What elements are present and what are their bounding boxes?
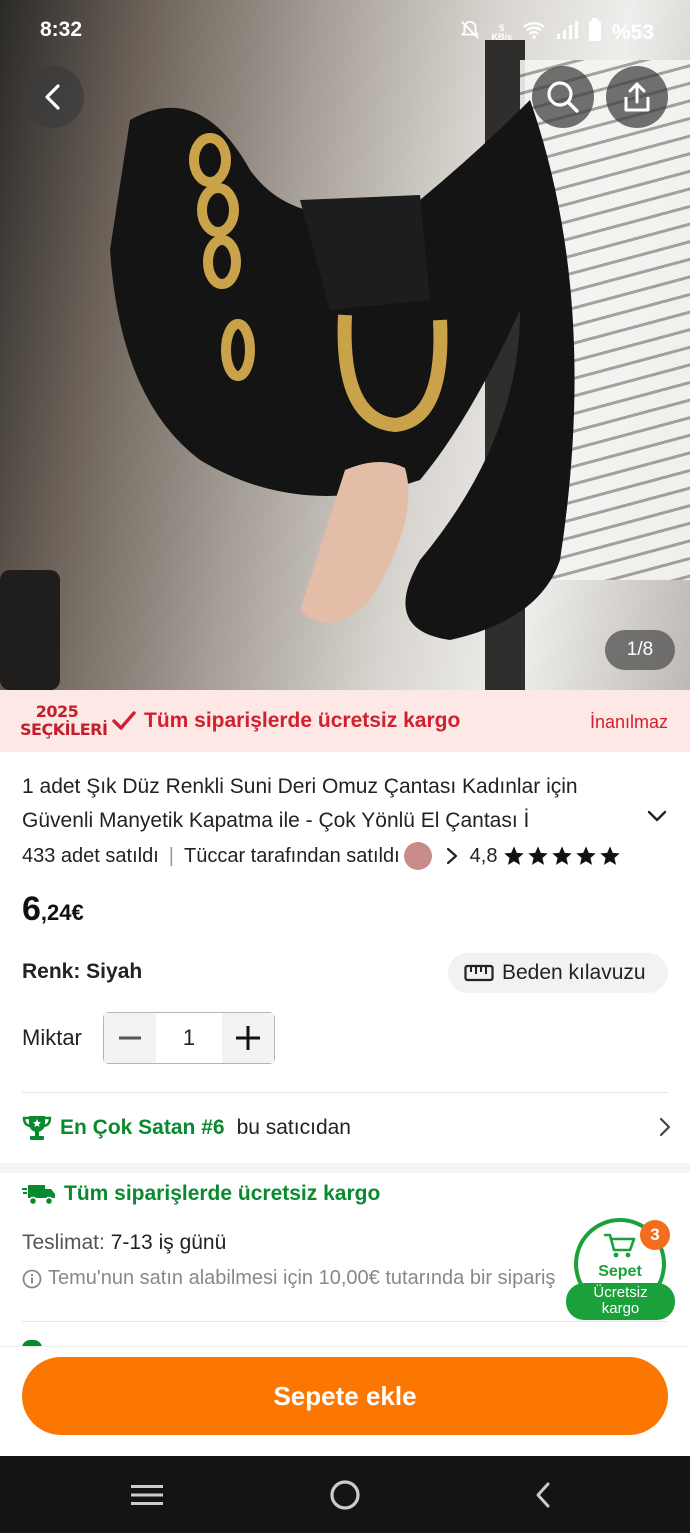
chevron-left-icon xyxy=(45,84,60,110)
mute-icon xyxy=(459,19,481,47)
chevron-right-icon xyxy=(659,1117,671,1137)
back-chevron-icon xyxy=(536,1482,550,1508)
star-icon xyxy=(576,846,597,865)
product-meta: 433 adet satıldı | Tüccar tarafından sat… xyxy=(22,842,672,870)
divider xyxy=(22,1092,668,1093)
add-to-cart-button[interactable]: Sepete ekle xyxy=(22,1357,668,1435)
chevron-down-icon[interactable] xyxy=(646,808,668,824)
shipping-info-line: Temu'nun satın alabilmesi için 10,00€ tu… xyxy=(22,1267,582,1290)
rating-stars[interactable] xyxy=(503,845,621,867)
truck-icon xyxy=(22,1185,55,1206)
free-shipping-text: Tüm siparişlerde ücretsiz kargo xyxy=(64,1182,381,1205)
price-main: 6 xyxy=(22,890,41,928)
image-counter: 1/8 xyxy=(605,630,675,670)
delivery-value: 7-13 iş günü xyxy=(110,1231,227,1254)
decrease-button[interactable] xyxy=(104,1013,156,1063)
star-icon xyxy=(600,846,621,865)
signal-icon xyxy=(556,20,578,46)
trophy-icon xyxy=(22,1116,52,1140)
free-shipping-row[interactable]: Tüm siparişlerde ücretsiz kargo xyxy=(22,1182,380,1206)
star-icon xyxy=(528,846,549,865)
badge-year: 2025 xyxy=(35,702,79,721)
delivery-label: Teslimat: xyxy=(22,1231,105,1254)
system-back-button[interactable] xyxy=(523,1476,563,1514)
delivery-time: Teslimat: 7-13 iş günü xyxy=(22,1231,226,1255)
product-price: 6,24€ xyxy=(22,890,84,929)
title-fade xyxy=(560,806,640,840)
star-icon xyxy=(552,846,573,865)
cart-icon xyxy=(603,1233,636,1258)
seller-link[interactable]: Tüccar tarafından satıldı xyxy=(184,845,400,868)
rating-value: 4,8 xyxy=(469,844,498,867)
status-time: 8:32 xyxy=(40,18,83,41)
free-pill-line1: Ücretsiz xyxy=(593,1284,648,1301)
price-rest: ,24€ xyxy=(40,900,84,925)
section-separator xyxy=(0,1163,690,1173)
system-navigation-bar xyxy=(0,1456,690,1533)
meta-separator: | xyxy=(168,844,174,867)
minus-icon xyxy=(119,1036,141,1040)
shipping-info-text: Temu'nun satın alabilmesi için 10,00€ tu… xyxy=(48,1267,556,1289)
size-guide-label: Beden kılavuzu xyxy=(502,961,646,984)
checkmark-icon xyxy=(112,711,136,730)
cart-label: Sepet xyxy=(598,1263,642,1280)
product-image[interactable]: 8:32 5 KB/s %53 1/8 xyxy=(0,0,690,690)
promo-banner[interactable]: 2025 SEÇKİLERİ Tüm siparişlerde ücretsiz… xyxy=(0,690,690,752)
quantity-stepper: 1 xyxy=(103,1012,275,1064)
search-button[interactable] xyxy=(532,66,594,128)
promo-text: Tüm siparişlerde ücretsiz kargo xyxy=(144,709,461,732)
share-button[interactable] xyxy=(606,66,668,128)
product-title[interactable]: 1 adet Şık Düz Renkli Suni Deri Omuz Çan… xyxy=(22,770,652,838)
battery-icon xyxy=(588,18,602,48)
quantity-value[interactable]: 1 xyxy=(156,1013,222,1063)
home-circle-icon xyxy=(330,1480,360,1510)
2025-picks-badge: 2025 SEÇKİLERİ xyxy=(20,702,108,739)
status-bar: 8:32 5 KB/s %53 xyxy=(0,0,690,58)
info-icon xyxy=(22,1269,42,1288)
best-seller-suffix: bu satıcıdan xyxy=(236,1116,351,1139)
plus-icon xyxy=(236,1026,260,1050)
best-seller-rank: En Çok Satan #6 xyxy=(60,1116,225,1139)
promo-right-label: İnanılmaz xyxy=(589,712,668,732)
best-seller-row[interactable]: En Çok Satan #6 bu satıcıdan xyxy=(22,1112,672,1144)
increase-button[interactable] xyxy=(222,1013,274,1063)
search-icon xyxy=(547,81,579,113)
free-pill-line2: kargo xyxy=(601,1300,640,1317)
divider xyxy=(22,1321,668,1322)
net-speed: 5 KB/s xyxy=(491,24,512,42)
menu-lines-icon xyxy=(131,1485,163,1505)
seller-avatar[interactable] xyxy=(403,842,432,870)
home-button[interactable] xyxy=(325,1476,365,1514)
color-label: Renk: Siyah xyxy=(22,960,143,983)
sold-count: 433 adet satıldı xyxy=(22,844,159,867)
share-icon xyxy=(624,82,650,112)
star-icon xyxy=(504,846,525,865)
quantity-label: Miktar xyxy=(22,1025,82,1050)
badge-word: SEÇKİLERİ xyxy=(20,720,108,739)
size-guide-button[interactable]: Beden kılavuzu xyxy=(448,953,668,993)
ruler-icon xyxy=(464,964,494,982)
free-shipping-pill: Ücretsiz kargo xyxy=(566,1283,675,1320)
battery-percent: %53 xyxy=(611,21,654,44)
wifi-icon xyxy=(522,20,546,46)
chevron-right-icon[interactable] xyxy=(442,845,462,867)
back-button[interactable] xyxy=(22,66,84,128)
cart-count-badge: 3 xyxy=(640,1220,670,1250)
recent-apps-button[interactable] xyxy=(127,1476,167,1514)
net-speed-unit: KB/s xyxy=(491,32,512,42)
